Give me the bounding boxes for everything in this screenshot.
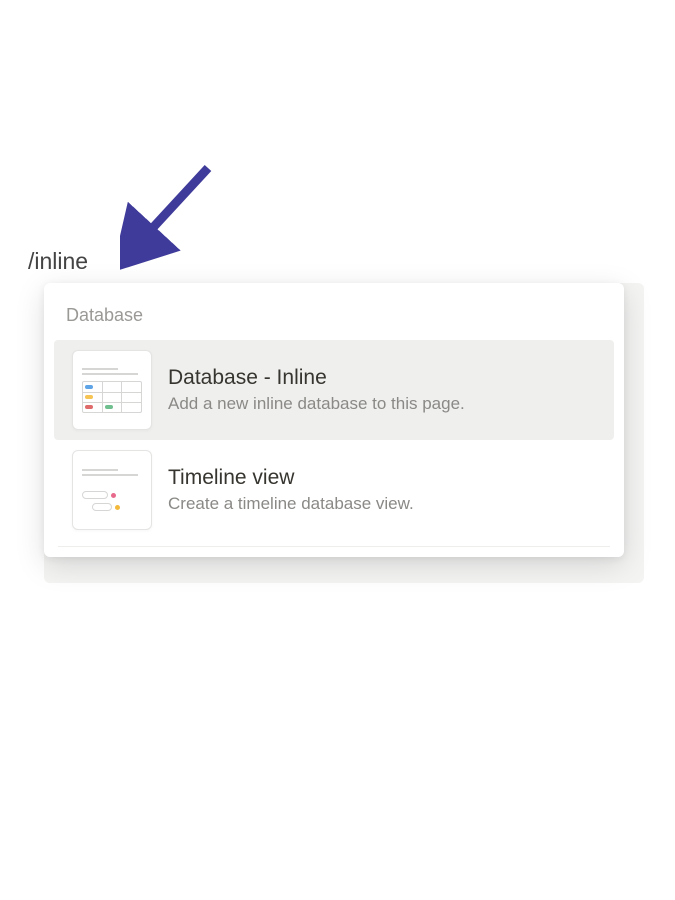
menu-item-description: Create a timeline database view. — [168, 494, 596, 514]
menu-item-title: Timeline view — [168, 466, 596, 490]
database-inline-thumbnail-icon — [72, 350, 152, 430]
menu-divider — [58, 546, 610, 547]
menu-item-text: Database - Inline Add a new inline datab… — [168, 366, 596, 414]
timeline-view-thumbnail-icon — [72, 450, 152, 530]
annotation-arrow-icon — [120, 160, 230, 275]
menu-item-title: Database - Inline — [168, 366, 596, 390]
menu-item-timeline-view[interactable]: Timeline view Create a timeline database… — [54, 440, 614, 540]
slash-command-input[interactable]: /inline — [28, 248, 88, 275]
menu-item-description: Add a new inline database to this page. — [168, 394, 596, 414]
menu-item-database-inline[interactable]: Database - Inline Add a new inline datab… — [54, 340, 614, 440]
slash-command-menu: Database — [44, 283, 624, 557]
menu-section-label: Database — [44, 297, 624, 340]
menu-item-text: Timeline view Create a timeline database… — [168, 466, 596, 514]
